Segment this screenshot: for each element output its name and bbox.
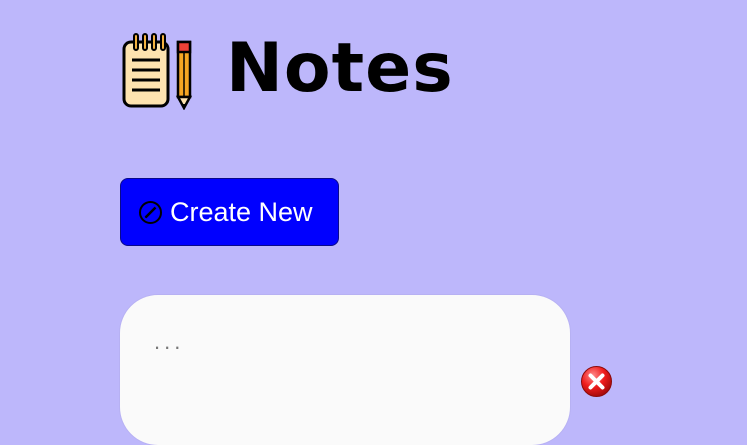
pencil-circle-icon — [139, 200, 162, 224]
notepad-pencil-icon — [122, 33, 193, 110]
page-header: Notes — [122, 32, 454, 110]
create-new-label: Create New — [170, 196, 313, 227]
create-new-button[interactable]: Create New — [120, 178, 339, 246]
page-title: Notes — [226, 29, 454, 108]
close-icon[interactable] — [580, 365, 613, 398]
note-input[interactable] — [152, 325, 516, 359]
note-card — [120, 295, 570, 445]
